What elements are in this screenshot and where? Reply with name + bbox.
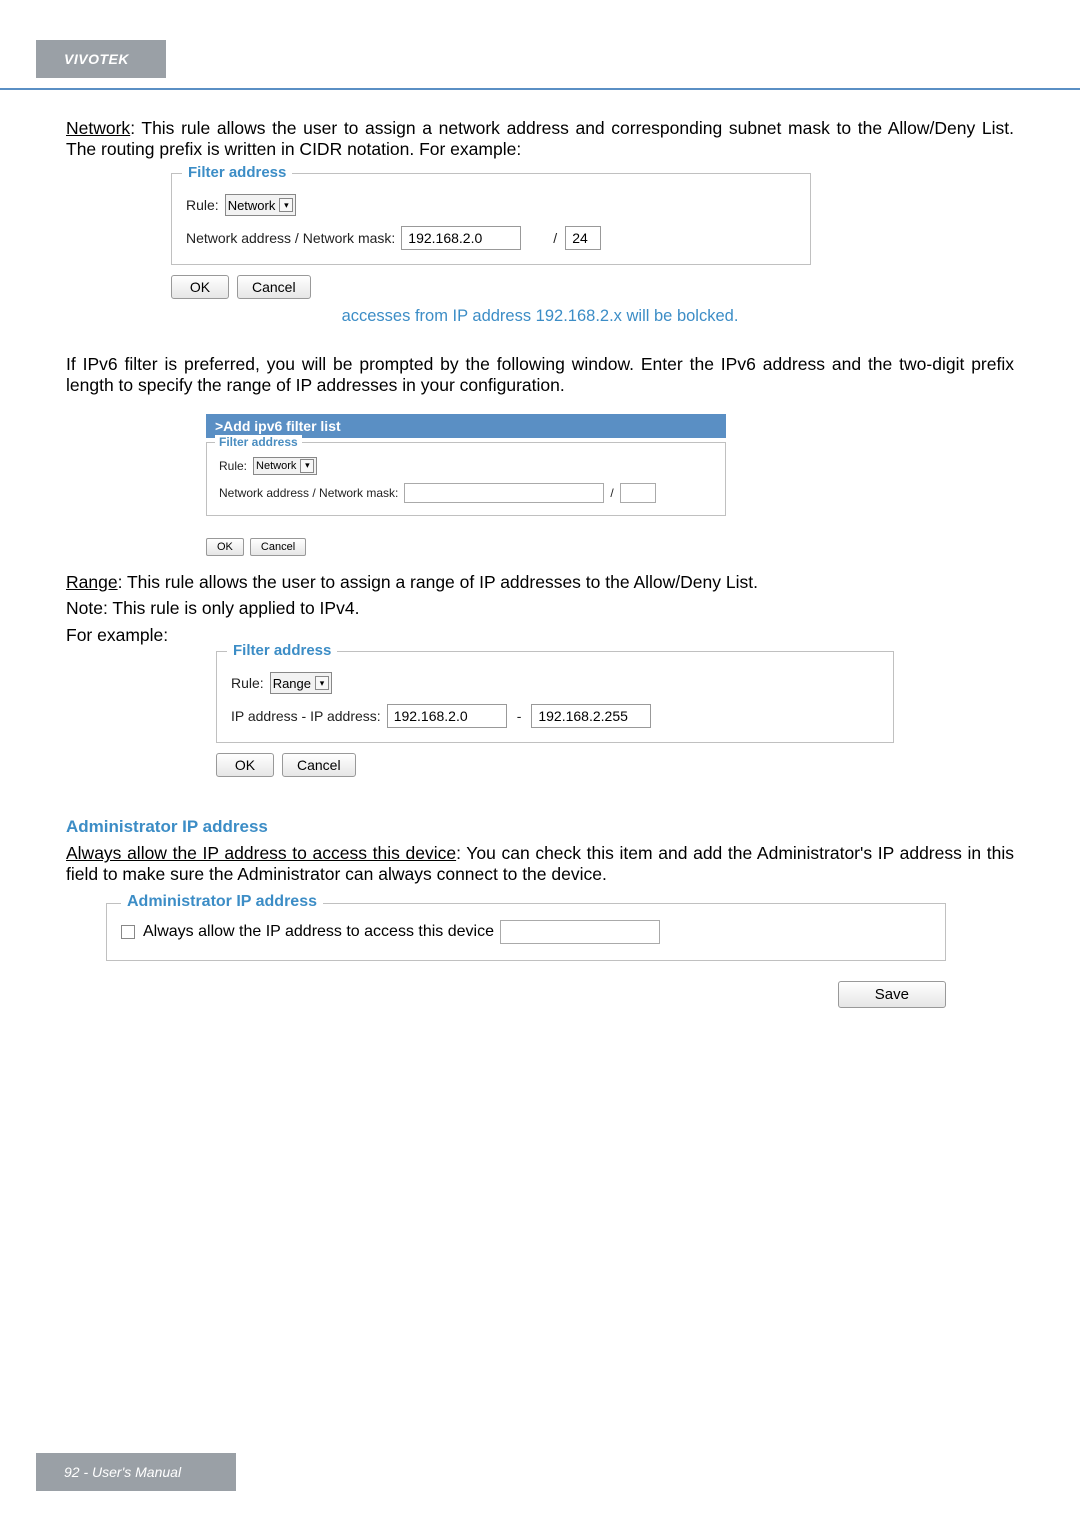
network-mask-input[interactable] bbox=[565, 226, 601, 250]
network-description: Network: This rule allows the user to as… bbox=[66, 118, 1014, 159]
network-address-label: Network address / Network mask: bbox=[186, 230, 395, 246]
rule-select-network[interactable]: Network ▾ bbox=[225, 194, 297, 216]
rule-label: Rule: bbox=[186, 197, 219, 213]
ok-button-ipv6[interactable]: OK bbox=[206, 538, 244, 556]
rule-select-range[interactable]: Range ▾ bbox=[270, 672, 332, 694]
ipv6-slash: / bbox=[610, 486, 613, 500]
admin-ip-input[interactable] bbox=[500, 920, 660, 944]
ipv6-description: If IPv6 filter is preferred, you will be… bbox=[66, 354, 1014, 395]
always-allow-label: Always allow the IP address to access th… bbox=[143, 923, 494, 941]
admin-ip-description: Always allow the IP address to access th… bbox=[66, 843, 1014, 884]
cancel-button-1[interactable]: Cancel bbox=[237, 275, 311, 299]
range-note: Note: This rule is only applied to IPv4. bbox=[66, 598, 1014, 619]
cancel-button-2[interactable]: Cancel bbox=[282, 753, 356, 777]
range-underline: Range bbox=[66, 572, 118, 592]
page-footer: 92 - User's Manual bbox=[64, 1464, 181, 1480]
caption-blocked: accesses from IP address 192.168.2.x wil… bbox=[66, 307, 1014, 326]
ok-button-1[interactable]: OK bbox=[171, 275, 229, 299]
cancel-button-ipv6[interactable]: Cancel bbox=[250, 538, 306, 556]
ip-start-input[interactable] bbox=[387, 704, 507, 728]
filter-address-fieldset-2: Filter address Rule: Range ▾ IP address … bbox=[216, 651, 894, 743]
save-button[interactable]: Save bbox=[838, 981, 946, 1008]
range-description: Range: This rule allows the user to assi… bbox=[66, 572, 1014, 593]
ip-range-label: IP address - IP address: bbox=[231, 708, 381, 724]
ip-end-input[interactable] bbox=[531, 704, 651, 728]
ipv6-rule-label: Rule: bbox=[219, 459, 247, 473]
ipv6-addr-label: Network address / Network mask: bbox=[219, 486, 398, 500]
ipv6-fieldset: Filter address Rule: Network ▾ Network a… bbox=[206, 442, 726, 516]
filter-legend-2: Filter address bbox=[227, 642, 337, 659]
ok-button-2[interactable]: OK bbox=[216, 753, 274, 777]
dash-label: - bbox=[517, 708, 522, 724]
admin-legend: Administrator IP address bbox=[121, 893, 323, 911]
filter-legend-1: Filter address bbox=[182, 164, 292, 181]
brand-logo: VIVOTEK bbox=[64, 51, 129, 67]
filter-address-fieldset-1: Filter address Rule: Network ▾ Network a… bbox=[171, 173, 811, 265]
admin-ip-fieldset: Administrator IP address Always allow th… bbox=[106, 903, 946, 961]
network-underline: Network bbox=[66, 118, 130, 138]
range-for-example: For example: bbox=[66, 625, 1014, 646]
slash-label: / bbox=[553, 230, 557, 246]
ipv6-rule-select[interactable]: Network ▾ bbox=[253, 457, 317, 475]
always-allow-checkbox[interactable] bbox=[121, 925, 135, 939]
network-address-input[interactable] bbox=[401, 226, 521, 250]
rule-label-2: Rule: bbox=[231, 675, 264, 691]
ipv6-prefix-input[interactable] bbox=[620, 483, 656, 503]
admin-ip-heading: Administrator IP address bbox=[66, 817, 1014, 837]
ipv6-address-input[interactable] bbox=[404, 483, 604, 503]
chevron-down-icon: ▾ bbox=[279, 198, 293, 212]
admin-underline: Always allow the IP address to access th… bbox=[66, 843, 456, 863]
chevron-down-icon: ▾ bbox=[300, 459, 314, 473]
ipv6-legend: Filter address bbox=[215, 435, 302, 449]
chevron-down-icon: ▾ bbox=[315, 676, 329, 690]
